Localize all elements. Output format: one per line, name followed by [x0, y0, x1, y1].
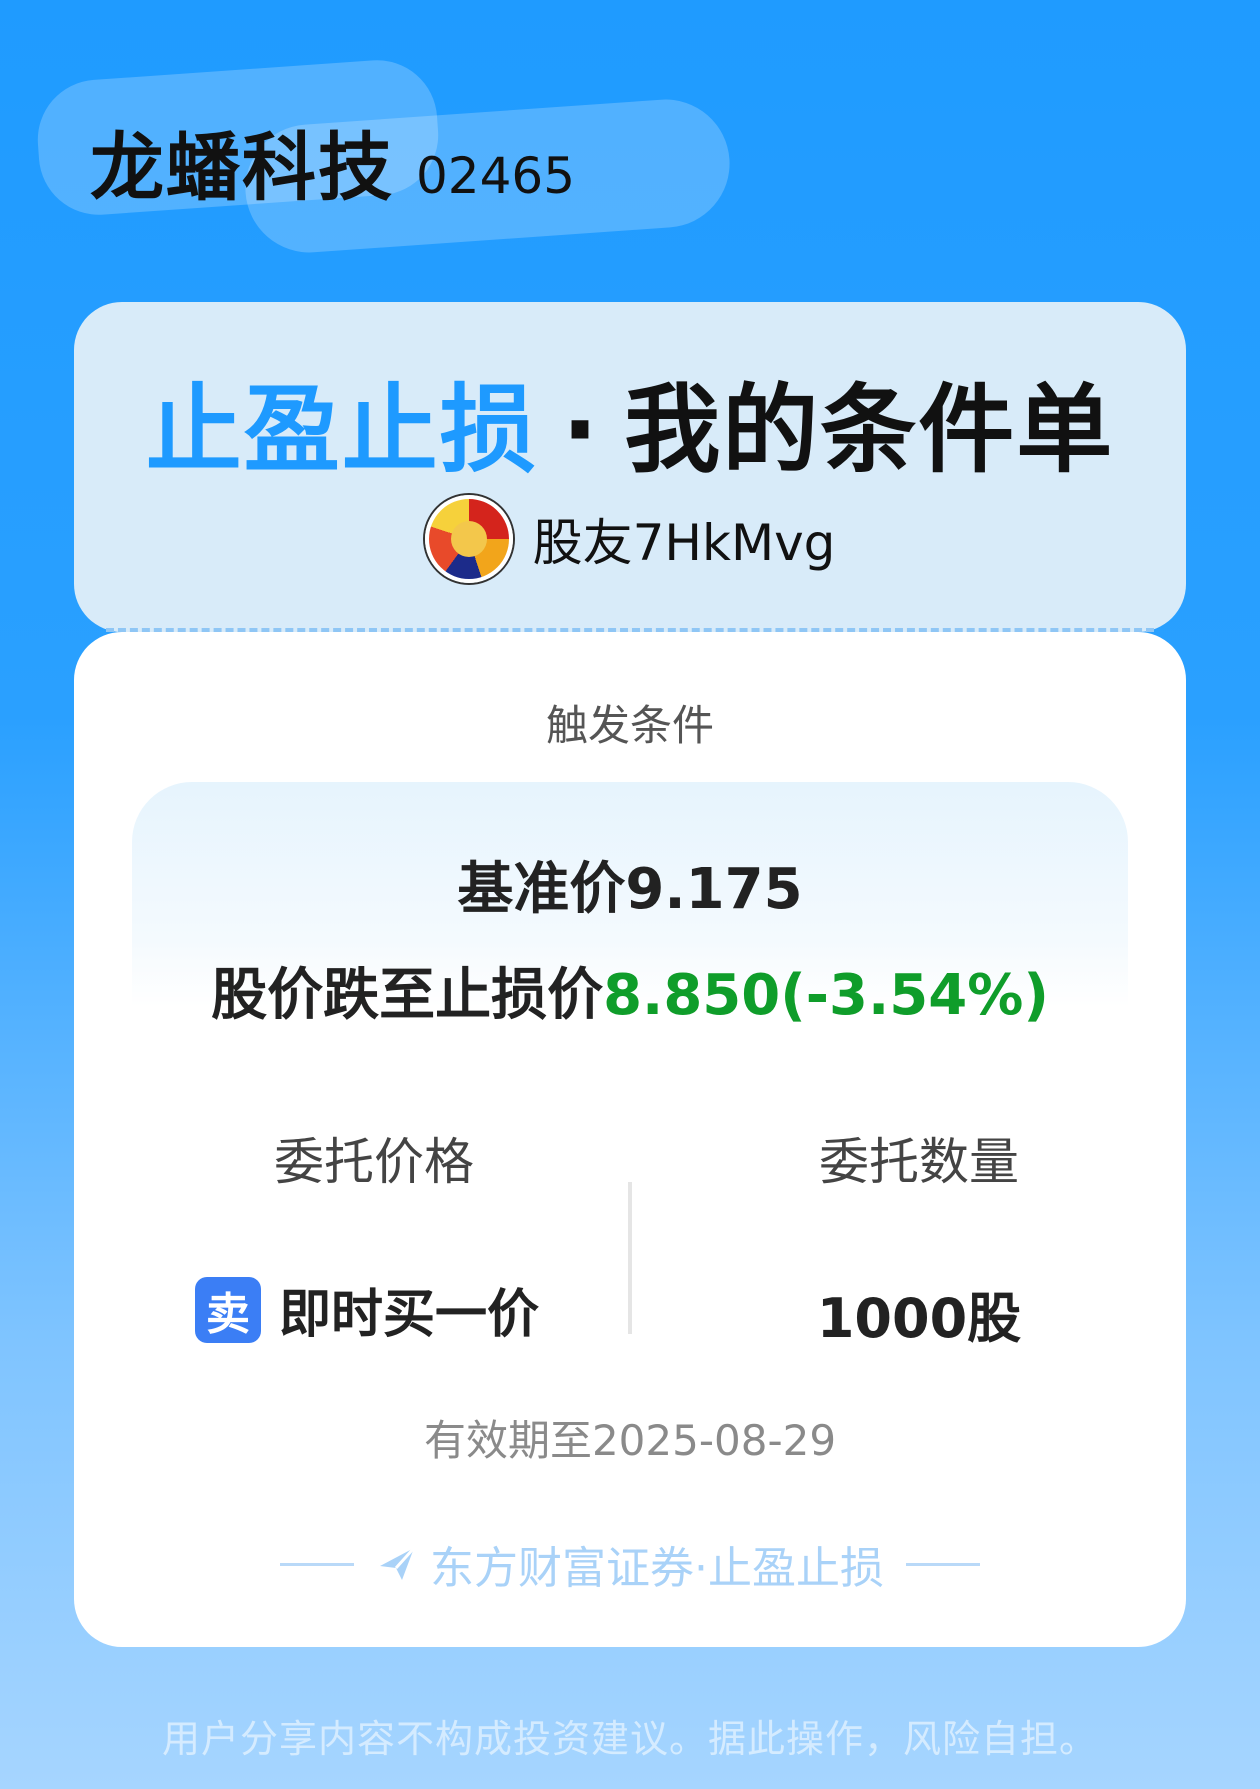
- sell-badge: 卖: [195, 1276, 261, 1343]
- card-title: 止盈止损 · 我的条件单: [74, 352, 1186, 491]
- trigger-condition-label: 触发条件: [545, 701, 714, 750]
- stop-loss-value: 8.850(-3.54%): [603, 963, 1049, 1028]
- order-quantity: 1000股: [816, 1287, 1022, 1350]
- order-card: 触发条件 基准价9.175 股价跌至止损价8.850(-3.54%) 委托价格 …: [74, 632, 1186, 1647]
- order-quantity-label: 委托数量: [819, 1133, 1019, 1191]
- brand-footer: 东方财富证券·止盈止损: [74, 1532, 1186, 1596]
- order-price-row: 卖 即时买一价: [195, 1272, 539, 1347]
- stock-code: 02465: [416, 147, 576, 205]
- brand-logo-icon: [380, 1546, 416, 1580]
- card-title-separator: ·: [561, 374, 601, 486]
- expiry-date: 有效期至2025-08-29: [423, 1416, 837, 1465]
- user-row: 股友7HkMvg: [0, 495, 1260, 583]
- avatar: [424, 495, 513, 583]
- share-card-page: 龙蟠科技 02465 止盈止损 · 我的条件单 股友7HkMvg 触发条件 基准价9…: [0, 0, 1260, 1789]
- order-price-type: 即时买一价: [279, 1285, 540, 1345]
- card-title-highlight: 止盈止损: [145, 374, 538, 486]
- column-divider: [628, 1182, 632, 1334]
- username: 股友7HkMvg: [532, 514, 836, 572]
- order-price-label: 委托价格: [274, 1133, 474, 1191]
- stop-loss-line: 股价跌至止损价8.850(-3.54%): [132, 950, 1128, 1031]
- disclaimer: 用户分享内容不构成投资建议。据此操作，风险自担。: [161, 1717, 1098, 1761]
- card-title-main: 我的条件单: [624, 374, 1115, 486]
- stop-loss-prefix: 股价跌至止损价: [211, 963, 604, 1028]
- base-price: 基准价9.175: [457, 857, 803, 922]
- stock-name: 龙蟠科技: [90, 125, 394, 211]
- brand-line-left: [280, 1562, 354, 1566]
- stock-header: 龙蟠科技 02465: [90, 108, 575, 215]
- brand-text: 东方财富证券·止盈止损: [430, 1543, 884, 1594]
- condition-box: 基准价9.175 股价跌至止损价8.850(-3.54%): [132, 782, 1128, 1028]
- brand-line-right: [906, 1562, 980, 1566]
